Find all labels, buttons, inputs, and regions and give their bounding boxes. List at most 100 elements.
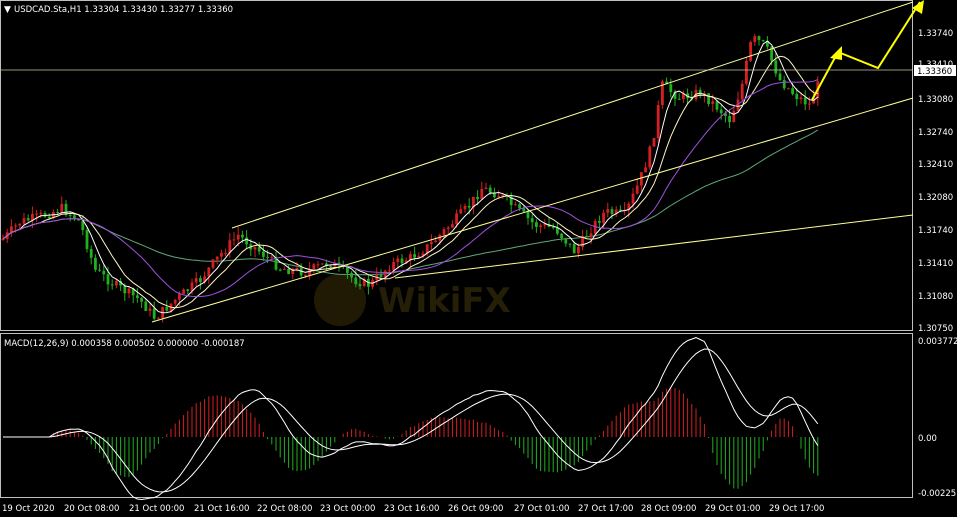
candle-body: [719, 109, 723, 114]
candle-body: [165, 306, 169, 311]
candle-body: [568, 243, 572, 245]
candle-body: [459, 209, 463, 214]
candle-body: [606, 209, 610, 213]
watermark: WikiFX: [314, 274, 511, 326]
price-label: 1.31410: [918, 259, 953, 269]
candle-body: [484, 187, 488, 189]
time-label: 20 Oct 08:00: [64, 504, 119, 514]
watermark-text: WikiFX: [378, 281, 511, 321]
time-label: 22 Oct 08:00: [257, 504, 312, 514]
candle-body: [446, 227, 450, 230]
candle-body: [295, 268, 299, 270]
candle-body: [480, 188, 484, 200]
price-label: 1.32080: [918, 193, 953, 203]
candle-body: [186, 289, 190, 292]
candle-body: [745, 60, 748, 84]
candle-body: [157, 318, 160, 320]
triangle-down-icon[interactable]: ▼: [4, 5, 11, 15]
candle-body: [136, 295, 139, 299]
candle-body: [211, 259, 215, 268]
candle-body: [236, 234, 240, 240]
candle-body: [207, 267, 211, 277]
candle-body: [514, 204, 517, 206]
time-label: 19 Oct 2020: [2, 504, 55, 514]
candle-body: [152, 308, 156, 319]
candle-body: [539, 225, 542, 227]
candle-body: [144, 301, 148, 311]
candle-body: [47, 216, 51, 219]
candle-body: [18, 223, 22, 226]
candle-body: [522, 208, 526, 212]
candle-body: [413, 254, 416, 258]
candle-body: [476, 196, 479, 200]
candle-body: [182, 289, 185, 294]
candle-body: [451, 224, 454, 228]
time-label: 28 Oct 09:00: [641, 504, 696, 514]
candle-body: [283, 268, 286, 270]
candle-body: [715, 101, 719, 110]
candle-body: [224, 252, 227, 254]
time-label: 23 Oct 16:00: [384, 504, 439, 514]
candle-body: [278, 269, 282, 271]
candle-body: [430, 242, 433, 245]
time-label: 21 Oct 00:00: [129, 504, 184, 514]
candle-body: [564, 238, 568, 244]
candle-body: [257, 247, 261, 252]
current-price-label: 1.33360: [917, 67, 952, 77]
candle-body: [304, 275, 307, 277]
time-axis: 19 Oct 2020 20 Oct 08:00 21 Oct 00:00 21…: [2, 504, 824, 514]
candle-body: [740, 83, 744, 100]
candle-body: [110, 284, 114, 286]
candle-body: [749, 42, 752, 61]
candle-body: [640, 172, 643, 186]
candle-body: [808, 103, 811, 105]
candle-body: [123, 285, 127, 294]
candle-body: [518, 204, 521, 209]
candle-body: [245, 237, 248, 245]
candle-body: [60, 203, 64, 213]
candle-body: [173, 299, 177, 304]
candle-body: [178, 293, 181, 300]
candle-body: [589, 233, 593, 237]
candle-body: [43, 213, 47, 217]
candle-body: [220, 252, 223, 257]
symbol-header: USDCAD.Sta,H1 1.33304 1.33430 1.33277 1.…: [14, 5, 233, 15]
candle-body: [577, 246, 580, 254]
candle-body: [14, 225, 17, 227]
candle-body: [232, 239, 236, 241]
candle-body: [85, 230, 89, 249]
candle-body: [648, 146, 652, 168]
candle-body: [526, 211, 530, 219]
candle-body: [68, 214, 72, 216]
candle-body: [199, 278, 202, 282]
candle-body: [89, 248, 93, 258]
candle-body: [320, 263, 324, 265]
watermark-logo-icon: [314, 274, 366, 326]
candle-body: [535, 222, 538, 227]
candle-body: [400, 258, 404, 264]
trading-chart[interactable]: WikiFX ▼ USDCAD.Sta,H1 1.33304 1.33430 1…: [0, 0, 957, 517]
candle-body: [656, 105, 660, 138]
candle-body: [732, 110, 736, 123]
candle-body: [787, 88, 790, 90]
candle-body: [488, 187, 492, 193]
price-label: 1.31740: [918, 226, 953, 236]
candle-body: [455, 213, 458, 225]
candle-body: [350, 272, 353, 278]
candle-body: [35, 213, 38, 215]
price-label: 1.33080: [918, 95, 953, 105]
candle-body: [497, 196, 500, 198]
candle-body: [194, 278, 198, 283]
candle-body: [644, 167, 647, 173]
candle-body: [707, 93, 710, 104]
candle-body: [270, 256, 274, 258]
price-label: 1.31080: [918, 292, 953, 302]
price-label: 1.32410: [918, 160, 953, 170]
time-label: 23 Oct 00:00: [320, 504, 375, 514]
time-label: 29 Oct 01:00: [705, 504, 760, 514]
candle-body: [602, 212, 605, 223]
time-label: 26 Oct 09:00: [448, 504, 503, 514]
candle-body: [56, 212, 59, 214]
candle-body: [98, 269, 101, 271]
candle-body: [287, 268, 290, 274]
